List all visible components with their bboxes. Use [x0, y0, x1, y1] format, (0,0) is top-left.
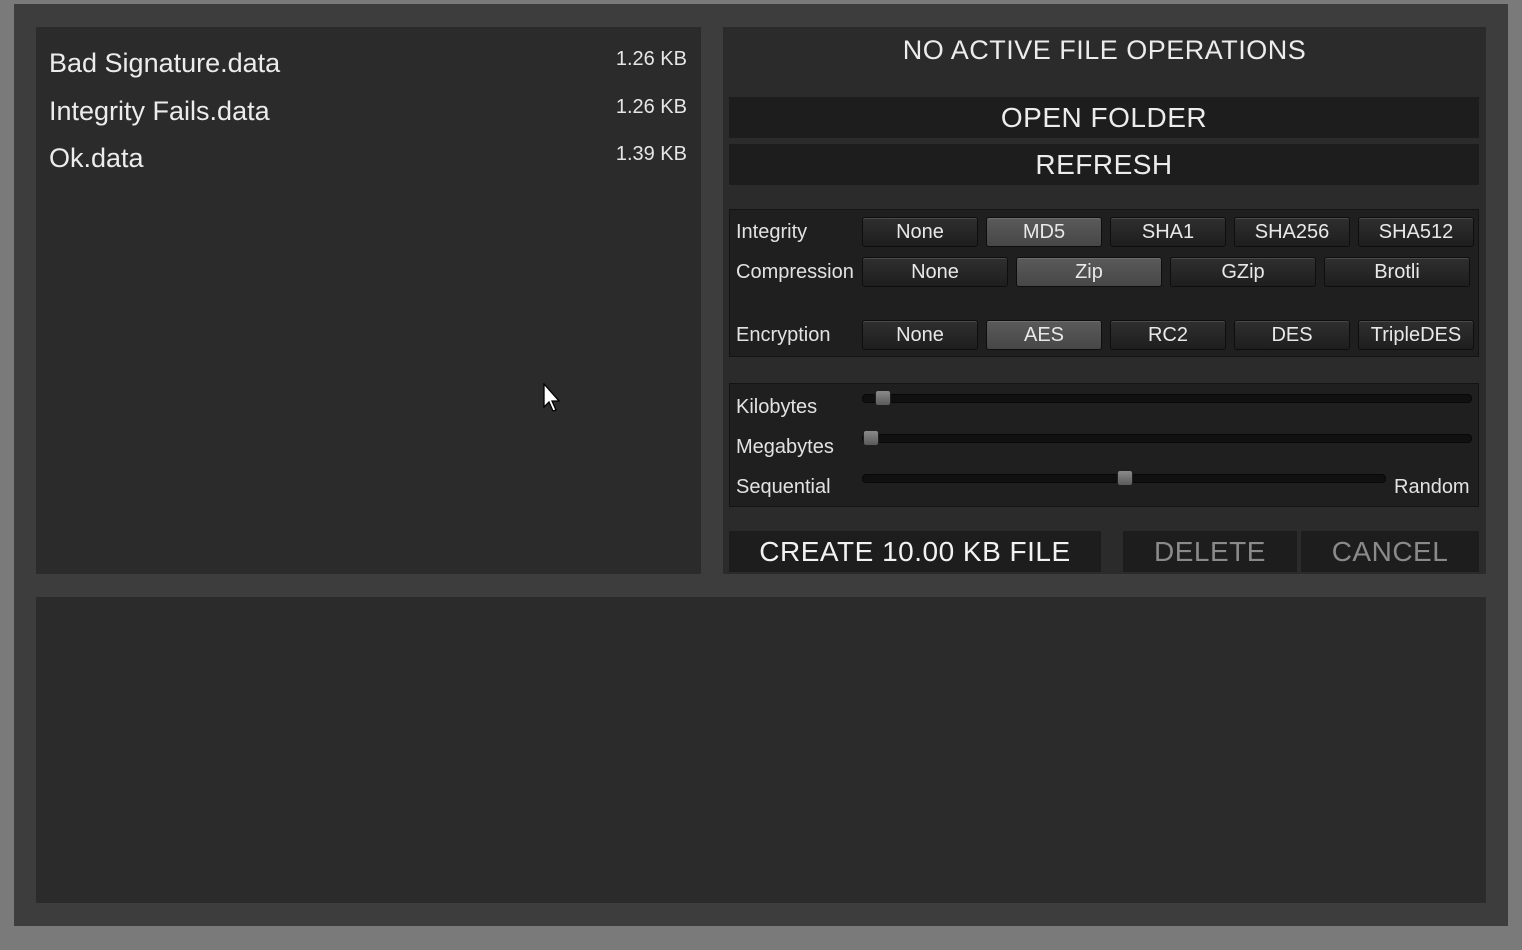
- integrity-label: Integrity: [736, 221, 808, 243]
- options-group: Integrity None MD5 SHA1 SHA256 SHA512 Co…: [729, 209, 1479, 357]
- cancel-button[interactable]: CANCEL: [1301, 531, 1479, 572]
- compression-option-none[interactable]: None: [862, 257, 1008, 287]
- integrity-option-sha256[interactable]: SHA256: [1234, 217, 1350, 247]
- access-pattern-slider-handle[interactable]: [1117, 470, 1133, 486]
- encryption-option-tripledes[interactable]: TripleDES: [1358, 320, 1474, 350]
- megabytes-slider[interactable]: [862, 430, 1472, 446]
- app-window: Bad Signature.data 1.26 KB Integrity Fai…: [14, 4, 1508, 926]
- log-panel: [36, 597, 1486, 903]
- kilobytes-slider[interactable]: [862, 390, 1472, 406]
- random-label: Random: [1394, 476, 1470, 498]
- kilobytes-slider-handle[interactable]: [874, 390, 891, 406]
- integrity-option-sha512[interactable]: SHA512: [1358, 217, 1474, 247]
- file-item[interactable]: Integrity Fails.data 1.26 KB: [49, 91, 687, 131]
- compression-label: Compression: [736, 261, 854, 283]
- encryption-label: Encryption: [736, 324, 831, 346]
- file-size: 1.39 KB: [615, 143, 687, 165]
- refresh-button[interactable]: REFRESH: [729, 144, 1479, 185]
- open-folder-button[interactable]: OPEN FOLDER: [729, 97, 1479, 138]
- file-name: Integrity Fails.data: [49, 96, 270, 126]
- status-text: NO ACTIVE FILE OPERATIONS: [902, 35, 1307, 65]
- megabytes-slider-handle[interactable]: [863, 430, 879, 446]
- encryption-option-aes[interactable]: AES: [986, 320, 1102, 350]
- encryption-option-rc2[interactable]: RC2: [1110, 320, 1226, 350]
- file-size: 1.26 KB: [615, 48, 687, 70]
- compression-option-gzip[interactable]: GZip: [1170, 257, 1316, 287]
- create-file-button[interactable]: CREATE 10.00 KB FILE: [729, 531, 1101, 572]
- megabytes-label: Megabytes: [736, 436, 834, 458]
- integrity-option-none[interactable]: None: [862, 217, 978, 247]
- access-pattern-slider[interactable]: [862, 470, 1386, 486]
- file-size: 1.26 KB: [615, 96, 687, 118]
- compression-option-zip[interactable]: Zip: [1016, 257, 1162, 287]
- file-list[interactable]: Bad Signature.data 1.26 KB Integrity Fai…: [36, 27, 701, 574]
- compression-option-brotli[interactable]: Brotli: [1324, 257, 1470, 287]
- file-name: Ok.data: [49, 143, 144, 173]
- integrity-option-sha1[interactable]: SHA1: [1110, 217, 1226, 247]
- file-item[interactable]: Ok.data 1.39 KB: [49, 138, 687, 178]
- delete-button[interactable]: DELETE: [1123, 531, 1297, 572]
- size-sliders-group: Kilobytes Megabytes Sequential Random: [729, 383, 1479, 507]
- encryption-option-none[interactable]: None: [862, 320, 978, 350]
- operations-panel: NO ACTIVE FILE OPERATIONS OPEN FOLDER RE…: [723, 27, 1486, 574]
- mouse-pointer-icon: [543, 383, 561, 412]
- file-name: Bad Signature.data: [49, 48, 281, 78]
- sequential-label: Sequential: [736, 476, 831, 498]
- kilobytes-label: Kilobytes: [736, 396, 818, 418]
- encryption-option-des[interactable]: DES: [1234, 320, 1350, 350]
- file-item[interactable]: Bad Signature.data 1.26 KB: [49, 43, 687, 83]
- integrity-option-md5[interactable]: MD5: [986, 217, 1102, 247]
